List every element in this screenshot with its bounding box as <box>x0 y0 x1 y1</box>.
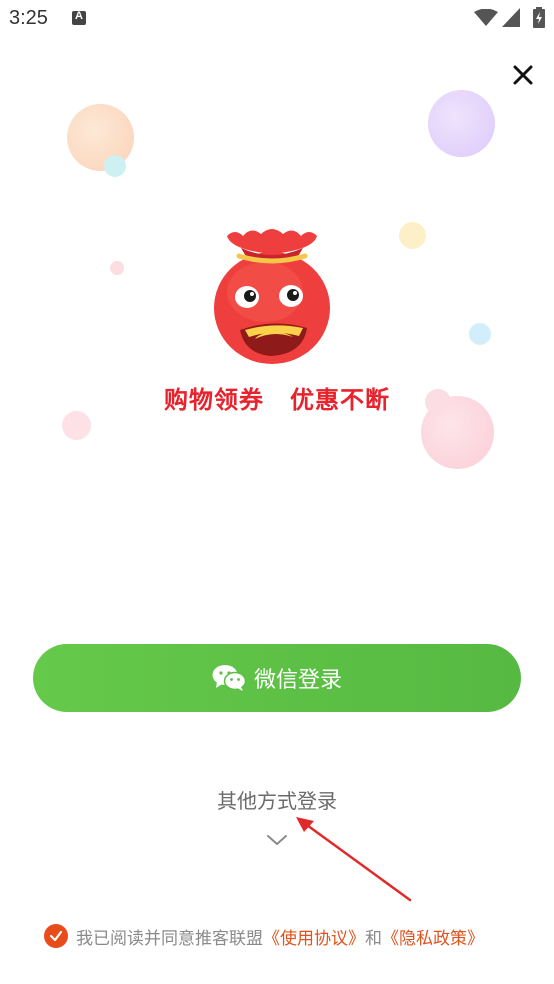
chevron-down-icon[interactable] <box>266 832 288 848</box>
wechat-login-button[interactable]: 微信登录 <box>33 644 521 712</box>
annotation-arrow <box>296 817 412 902</box>
agreement-text: 我已阅读并同意推客联盟 <box>76 928 263 949</box>
wechat-icon <box>212 665 246 691</box>
agreement-row: 我已阅读并同意推客联盟 《使用协议》 和 《隐私政策》 <box>44 922 484 950</box>
agreement-checkbox[interactable] <box>44 924 68 948</box>
status-time: 3:25 <box>9 7 48 29</box>
wifi-icon <box>474 9 498 26</box>
terms-link[interactable]: 《使用协议》 <box>263 924 365 949</box>
decor-bubble <box>469 323 491 345</box>
agreement-and: 和 <box>365 928 382 949</box>
decor-bubble <box>62 411 91 440</box>
signal-icon <box>502 8 520 27</box>
decor-bubble <box>399 222 426 249</box>
slogan-right: 优惠不断 <box>290 386 390 414</box>
close-icon <box>513 65 533 85</box>
other-login-button[interactable]: 其他方式登录 <box>0 785 554 814</box>
slogan: 购物领券 优惠不断 <box>0 380 554 415</box>
close-button[interactable] <box>506 58 540 92</box>
checkmark-icon <box>49 930 63 942</box>
privacy-link[interactable]: 《隐私政策》 <box>382 924 484 949</box>
lucky-bag-mascot <box>214 229 330 364</box>
notification-icon: A <box>72 10 86 25</box>
battery-icon <box>533 7 545 28</box>
decor-bubble <box>110 261 124 275</box>
decor-bubble <box>428 90 495 157</box>
wechat-login-label: 微信登录 <box>253 668 342 693</box>
slogan-left: 购物领券 <box>164 386 264 414</box>
status-bar: 3:25 A <box>0 0 554 38</box>
decor-bubble <box>104 155 126 177</box>
